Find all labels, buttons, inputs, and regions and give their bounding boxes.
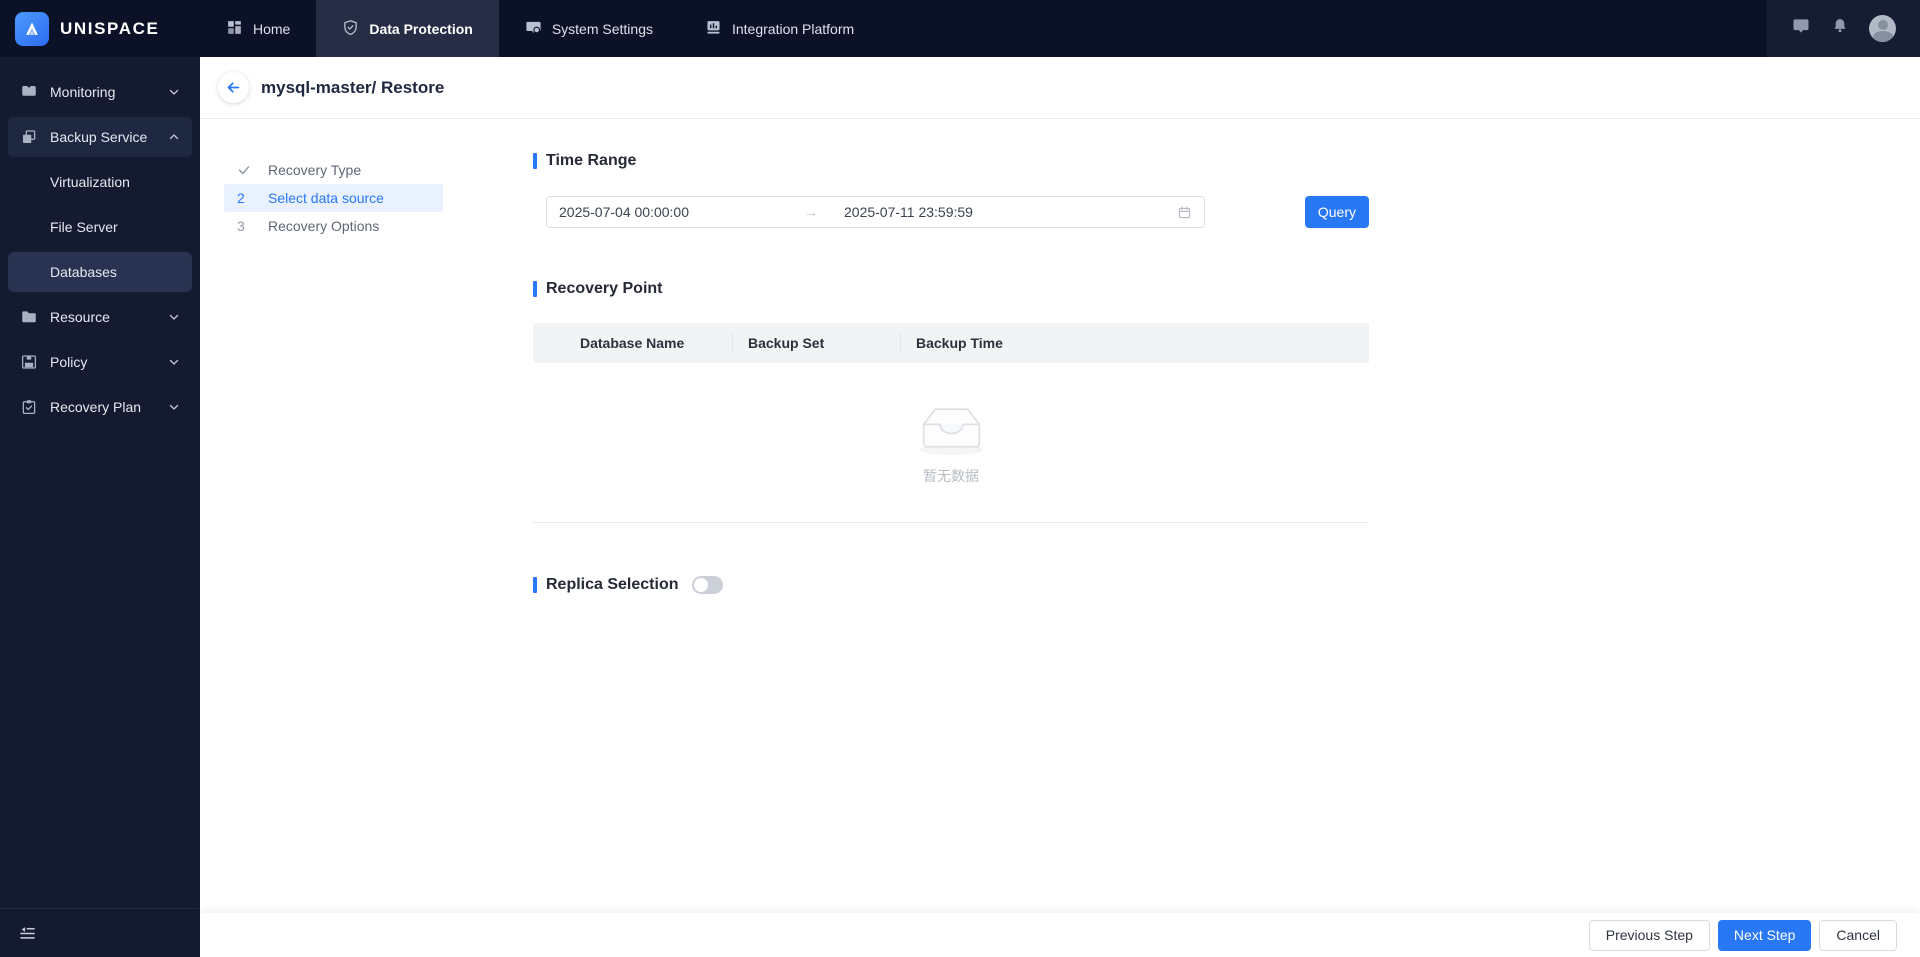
chevron-down-icon	[169, 314, 179, 320]
chart-box-icon	[705, 19, 722, 39]
nav-tab-label: Home	[253, 20, 291, 37]
sidebar-item-backup-service[interactable]: Backup Service	[8, 117, 192, 157]
nav-tab-data-protection[interactable]: Data Protection	[316, 0, 499, 57]
sidebar-item-label: Virtualization	[50, 174, 130, 190]
column-header-backup-time: Backup Time	[900, 323, 1369, 363]
start-date-value[interactable]: 2025-07-04 00:00:00	[559, 204, 804, 220]
sidebar-item-label: Policy	[50, 354, 88, 370]
save-icon	[21, 355, 37, 369]
top-bar: UNISPACE Home Data Protection System Set…	[0, 0, 1920, 57]
shield-check-icon	[342, 19, 359, 39]
form-sections: Time Range 2025-07-04 00:00:00 → 2025-07…	[533, 152, 1369, 594]
end-date-value[interactable]: 2025-07-11 23:59:59	[844, 204, 1177, 220]
copy-icon	[23, 130, 36, 143]
next-step-button[interactable]: Next Step	[1717, 919, 1812, 951]
nav-tab-home[interactable]: Home	[200, 0, 316, 57]
date-range-input[interactable]: 2025-07-04 00:00:00 → 2025-07-11 23:59:5…	[546, 196, 1205, 228]
query-button[interactable]: Query	[1304, 196, 1369, 228]
sidebar-item-label: Backup Service	[50, 129, 148, 145]
cancel-button[interactable]: Cancel	[1819, 919, 1897, 951]
sidebar-item-label: Monitoring	[50, 84, 116, 100]
clipboard-check-icon	[22, 400, 36, 415]
message-icon	[22, 86, 36, 96]
column-header-database-name: Database Name	[580, 335, 685, 351]
empty-state: 暂无数据	[533, 363, 1369, 523]
empty-box-icon	[919, 408, 983, 456]
step-select-data-source[interactable]: 2 Select data source	[224, 184, 443, 212]
column-header-backup-set: Backup Set	[732, 323, 900, 363]
step-number: 3	[237, 218, 245, 234]
step-recovery-options[interactable]: 3 Recovery Options	[224, 212, 443, 240]
chevron-down-icon	[169, 404, 179, 410]
wizard-steps: Recovery Type 2 Select data source 3 Rec…	[224, 156, 443, 240]
sidebar-item-policy[interactable]: Policy	[8, 342, 192, 382]
chevron-up-icon	[169, 134, 179, 140]
previous-step-button[interactable]: Previous Step	[1588, 919, 1710, 951]
section-accent-bar	[533, 281, 537, 297]
section-accent-bar	[533, 577, 537, 593]
time-range-section-title: Time Range	[533, 152, 1369, 170]
sidebar-item-databases[interactable]: Databases	[8, 252, 192, 292]
page-header: mysql-master/ Restore	[200, 57, 1920, 119]
sidebar-item-monitoring[interactable]: Monitoring	[8, 72, 192, 112]
nav-tab-label: System Settings	[551, 20, 653, 37]
sidebar-item-label: Resource	[50, 309, 110, 325]
content: Recovery Type 2 Select data source 3 Rec…	[200, 119, 1920, 913]
back-button[interactable]	[218, 72, 249, 103]
chevron-down-icon	[169, 359, 179, 365]
chevron-down-icon	[169, 89, 179, 95]
sidebar: Monitoring Backup Service Virtualization…	[0, 57, 200, 957]
replica-selection-title: Replica Selection	[533, 576, 679, 594]
toggle-knob	[693, 578, 708, 592]
step-recovery-type[interactable]: Recovery Type	[224, 156, 443, 184]
bell-icon[interactable]	[1831, 17, 1849, 40]
sidebar-item-label: File Server	[50, 219, 118, 235]
sidebar-item-resource[interactable]: Resource	[8, 297, 192, 337]
top-navigation: Home Data Protection System Settings Int…	[200, 0, 880, 57]
monitor-gear-icon	[525, 19, 542, 39]
empty-state-text: 暂无数据	[923, 468, 979, 484]
calendar-icon[interactable]	[1177, 205, 1192, 220]
nav-tab-label: Integration Platform	[731, 20, 855, 37]
unispace-logo-icon	[15, 11, 49, 46]
replica-selection-toggle[interactable]	[691, 576, 723, 594]
user-avatar[interactable]	[1869, 15, 1896, 42]
brand-logo: UNISPACE	[0, 0, 200, 57]
sidebar-item-recovery-plan[interactable]: Recovery Plan	[8, 387, 192, 427]
step-label: Select data source	[268, 190, 384, 206]
brand-name: UNISPACE	[60, 18, 160, 38]
range-arrow-icon: →	[804, 204, 818, 220]
time-range-row: 2025-07-04 00:00:00 → 2025-07-11 23:59:5…	[546, 196, 1369, 228]
recovery-point-table-header: Database Name Backup Set Backup Time	[533, 323, 1369, 363]
step-label: Recovery Type	[268, 162, 362, 178]
arrow-left-icon	[227, 82, 240, 93]
nav-tab-label: Data Protection	[369, 20, 473, 37]
wizard-footer: Previous Step Next Step Cancel	[200, 913, 1920, 957]
sidebar-item-label: Databases	[50, 264, 117, 280]
sidebar-footer	[0, 908, 200, 957]
section-accent-bar	[533, 153, 537, 169]
top-bar-actions	[1767, 0, 1920, 57]
sidebar-item-virtualization[interactable]: Virtualization	[8, 162, 192, 202]
sidebar-item-file-server[interactable]: File Server	[8, 207, 192, 247]
replica-selection-section: Replica Selection	[533, 576, 1369, 594]
nav-tab-system-settings[interactable]: System Settings	[499, 0, 679, 57]
page-title: mysql-master/ Restore	[261, 77, 445, 97]
chat-icon[interactable]	[1791, 16, 1811, 41]
section-title-text: Time Range	[546, 152, 637, 169]
sidebar-item-label: Recovery Plan	[50, 399, 142, 415]
grid-icon	[226, 19, 243, 39]
nav-tab-integration-platform[interactable]: Integration Platform	[679, 0, 880, 57]
section-title-text: Replica Selection	[546, 576, 679, 593]
main-area: mysql-master/ Restore Recovery Type 2 Se…	[200, 57, 1920, 957]
check-icon	[237, 163, 252, 177]
collapse-sidebar-icon[interactable]	[18, 924, 37, 943]
folder-icon	[22, 311, 36, 323]
recovery-point-section-title: Recovery Point	[533, 280, 1369, 298]
step-number: 2	[237, 190, 245, 206]
section-title-text: Recovery Point	[546, 280, 663, 297]
step-label: Recovery Options	[268, 218, 380, 234]
recovery-point-section: Recovery Point Database Name Backup Set …	[533, 280, 1369, 523]
